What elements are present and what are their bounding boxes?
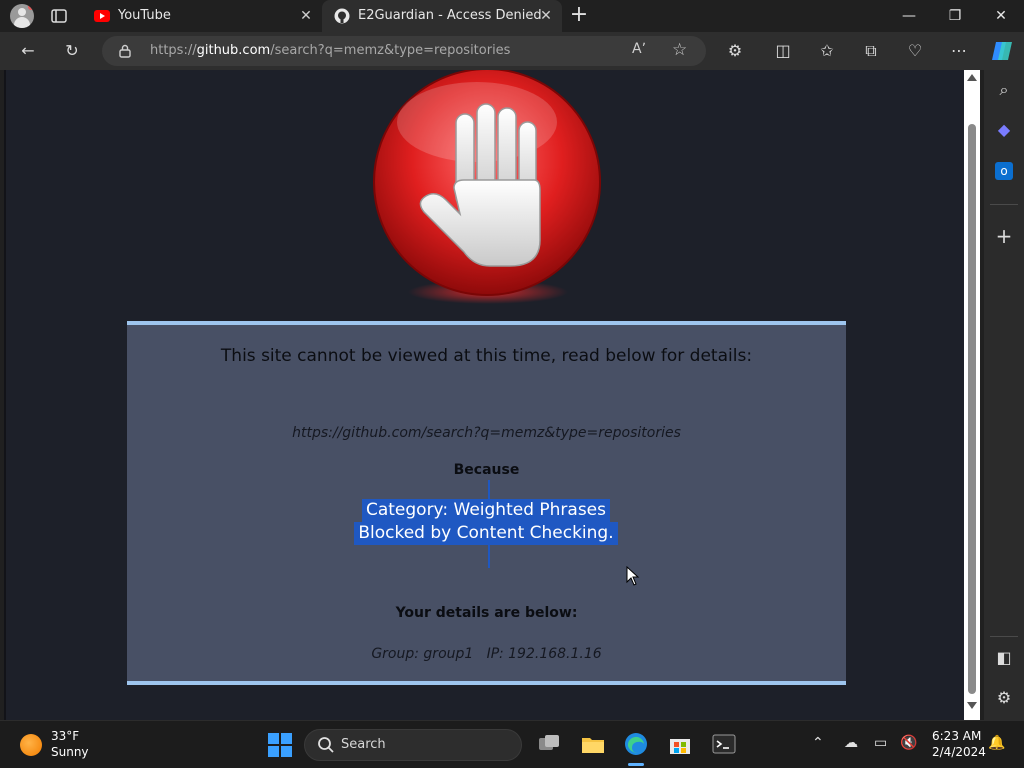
address-url[interactable]: https://github.com/search?q=memz&type=re…: [150, 36, 510, 66]
restore-button[interactable]: ❐: [932, 0, 978, 32]
settings-icon[interactable]: ⚙: [992, 686, 1016, 710]
copilot-icon[interactable]: [990, 40, 1014, 62]
scroll-down-icon[interactable]: [967, 702, 977, 709]
browser-toolbar: ← ↻ https://github.com/search?q=memz&typ…: [0, 32, 1024, 70]
search-icon: [318, 737, 334, 753]
start-button[interactable]: [268, 733, 292, 757]
tab-youtube[interactable]: YouTube ✕: [82, 0, 322, 32]
split-screen-icon[interactable]: ◫: [772, 40, 794, 62]
windows-taskbar: 33°F Sunny Search ⌃ ☁ ▭ 🔇 6:23 AM 2/4/20…: [0, 720, 1024, 768]
stop-hand-icon: [373, 70, 601, 304]
taskbar-search[interactable]: Search: [304, 729, 522, 761]
add-favorite-icon[interactable]: ☆: [672, 40, 687, 60]
notification-bell-icon[interactable]: 🔔: [988, 735, 1005, 751]
because-label: Because: [453, 462, 520, 478]
hide-sidebar-icon[interactable]: ◧: [992, 646, 1016, 670]
more-menu-icon[interactable]: ⋯: [948, 40, 970, 62]
refresh-icon[interactable]: ↻: [61, 40, 83, 62]
scrollbar-thumb[interactable]: [968, 124, 976, 694]
profile-avatar[interactable]: [10, 4, 34, 28]
collections-icon[interactable]: ⧉: [860, 40, 882, 62]
volume-icon[interactable]: 🔇: [900, 735, 917, 751]
details-label: Your details are below:: [395, 605, 578, 621]
file-explorer-icon[interactable]: [580, 731, 606, 757]
block-reason: Category: Weighted Phrases Blocked by Co…: [351, 499, 621, 545]
access-denied-panel: This site cannot be viewed at this time,…: [127, 321, 846, 685]
close-tab-icon[interactable]: ✕: [298, 0, 314, 32]
scroll-up-icon[interactable]: [967, 74, 977, 81]
favorites-icon[interactable]: ✩: [816, 40, 838, 62]
browser-essentials-icon[interactable]: ♡: [904, 40, 926, 62]
microsoft-store-icon[interactable]: [667, 731, 693, 757]
block-reason-detail: Blocked by Content Checking.: [354, 522, 618, 545]
lock-icon[interactable]: [118, 44, 132, 58]
clock-time[interactable]: 6:23 AM: [932, 729, 981, 743]
outlook-icon[interactable]: o: [995, 162, 1013, 180]
back-icon[interactable]: ←: [17, 40, 39, 62]
clock-date[interactable]: 2/4/2024: [932, 745, 986, 759]
blocked-url: https://github.com/search?q=memz&type=re…: [292, 425, 681, 441]
weather-sun-icon[interactable]: [20, 734, 42, 756]
taskbar-search-placeholder: Search: [341, 737, 386, 752]
tab-title: E2Guardian - Access Denied: [358, 8, 542, 23]
github-icon: [334, 8, 350, 24]
vertical-scrollbar[interactable]: [964, 70, 980, 720]
weather-condition[interactable]: Sunny: [51, 745, 89, 759]
tab-e2guardian[interactable]: E2Guardian - Access Denied ✕: [322, 0, 562, 32]
active-app-indicator: [628, 763, 644, 766]
copilot-sidebar-icon[interactable]: ◆: [992, 118, 1016, 142]
show-hidden-icons-icon[interactable]: ⌃: [812, 735, 824, 751]
terminal-icon[interactable]: [711, 731, 737, 757]
page-heading: This site cannot be viewed at this time,…: [220, 346, 753, 366]
onedrive-icon[interactable]: ☁: [844, 735, 858, 751]
close-window-button[interactable]: ✕: [978, 0, 1024, 32]
read-aloud-icon[interactable]: Aʼ: [632, 41, 646, 57]
edge-sidebar: ⌕ ◆ o + ◧ ⚙: [984, 70, 1024, 720]
network-icon[interactable]: ▭: [874, 735, 887, 751]
edge-browser-icon[interactable]: [623, 731, 649, 757]
close-tab-icon[interactable]: ✕: [538, 0, 554, 32]
add-sidebar-icon[interactable]: +: [992, 224, 1016, 248]
search-icon[interactable]: ⌕: [992, 78, 1016, 102]
new-tab-button[interactable]: +: [568, 4, 590, 27]
tab-strip: YouTube ✕ E2Guardian - Access Denied ✕ +…: [0, 0, 1024, 32]
minimize-button[interactable]: —: [886, 0, 932, 32]
group-ip-info: Group: group1 IP: 192.168.1.16: [371, 646, 602, 662]
tab-actions-icon[interactable]: [50, 7, 68, 25]
extensions-icon[interactable]: ⚙: [724, 40, 746, 62]
weather-temperature[interactable]: 33°F: [51, 729, 79, 743]
page-viewport: This site cannot be viewed at this time,…: [4, 70, 964, 720]
address-bar[interactable]: https://github.com/search?q=memz&type=re…: [102, 36, 706, 66]
youtube-icon: [94, 10, 110, 22]
mouse-cursor-icon: [626, 566, 640, 586]
tab-title: YouTube: [118, 8, 171, 23]
block-reason-category: Category: Weighted Phrases: [361, 499, 611, 522]
task-view-icon[interactable]: [536, 731, 562, 757]
